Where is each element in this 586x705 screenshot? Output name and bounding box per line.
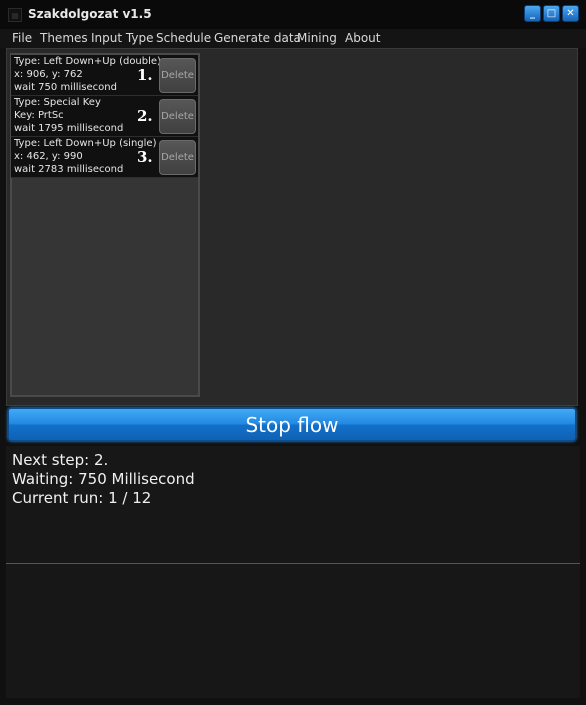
status-panel: Next step: 2. Waiting: 750 Millisecond C… [6, 446, 580, 564]
menu-input-type[interactable]: Input Type [91, 31, 153, 45]
step-number: 1. [137, 66, 153, 84]
step-number: 2. [137, 107, 153, 125]
step-type: Type: Left Down+Up (single) [14, 138, 157, 149]
waiting-text: Waiting: 750 Millisecond [12, 470, 195, 488]
menu-generate-data[interactable]: Generate data [214, 31, 301, 45]
menu-themes[interactable]: Themes [40, 31, 88, 45]
app-icon: ▦ [8, 8, 22, 22]
step-wait: wait 750 millisecond [14, 82, 117, 93]
menu-mining[interactable]: Mining [297, 31, 337, 45]
step-item[interactable]: Type: Special Key Key: PrtSc wait 1795 m… [11, 96, 198, 137]
step-type: Type: Special Key [14, 97, 101, 108]
close-icon[interactable]: ✕ [562, 5, 579, 22]
maximize-icon[interactable]: □ [543, 5, 560, 22]
step-number: 3. [137, 148, 153, 166]
delete-button[interactable]: Delete [159, 58, 196, 93]
delete-button[interactable]: Delete [159, 99, 196, 134]
window-title: Szakdolgozat v1.5 [28, 7, 152, 21]
delete-button[interactable]: Delete [159, 140, 196, 175]
app-window: ▦ Szakdolgozat v1.5 _ □ ✕ File Themes In… [0, 0, 586, 705]
stop-flow-button[interactable]: Stop flow [8, 408, 576, 441]
menu-schedule[interactable]: Schedule [156, 31, 211, 45]
next-step-text: Next step: 2. [12, 451, 109, 469]
step-detail: Key: PrtSc [14, 110, 64, 121]
step-item[interactable]: Type: Left Down+Up (double) x: 906, y: 7… [11, 55, 198, 96]
menu-file[interactable]: File [12, 31, 32, 45]
step-item[interactable]: Type: Left Down+Up (single) x: 462, y: 9… [11, 137, 198, 178]
step-wait: wait 1795 millisecond [14, 123, 124, 134]
step-detail: x: 462, y: 990 [14, 151, 83, 162]
step-wait: wait 2783 millisecond [14, 164, 124, 175]
current-run-text: Current run: 1 / 12 [12, 489, 152, 507]
title-bar[interactable]: ▦ Szakdolgozat v1.5 _ □ ✕ [0, 0, 586, 29]
log-panel [6, 564, 580, 698]
step-detail: x: 906, y: 762 [14, 69, 83, 80]
menu-bar: File Themes Input Type Schedule Generate… [0, 29, 586, 48]
minimize-icon[interactable]: _ [524, 5, 541, 22]
menu-about[interactable]: About [345, 31, 380, 45]
